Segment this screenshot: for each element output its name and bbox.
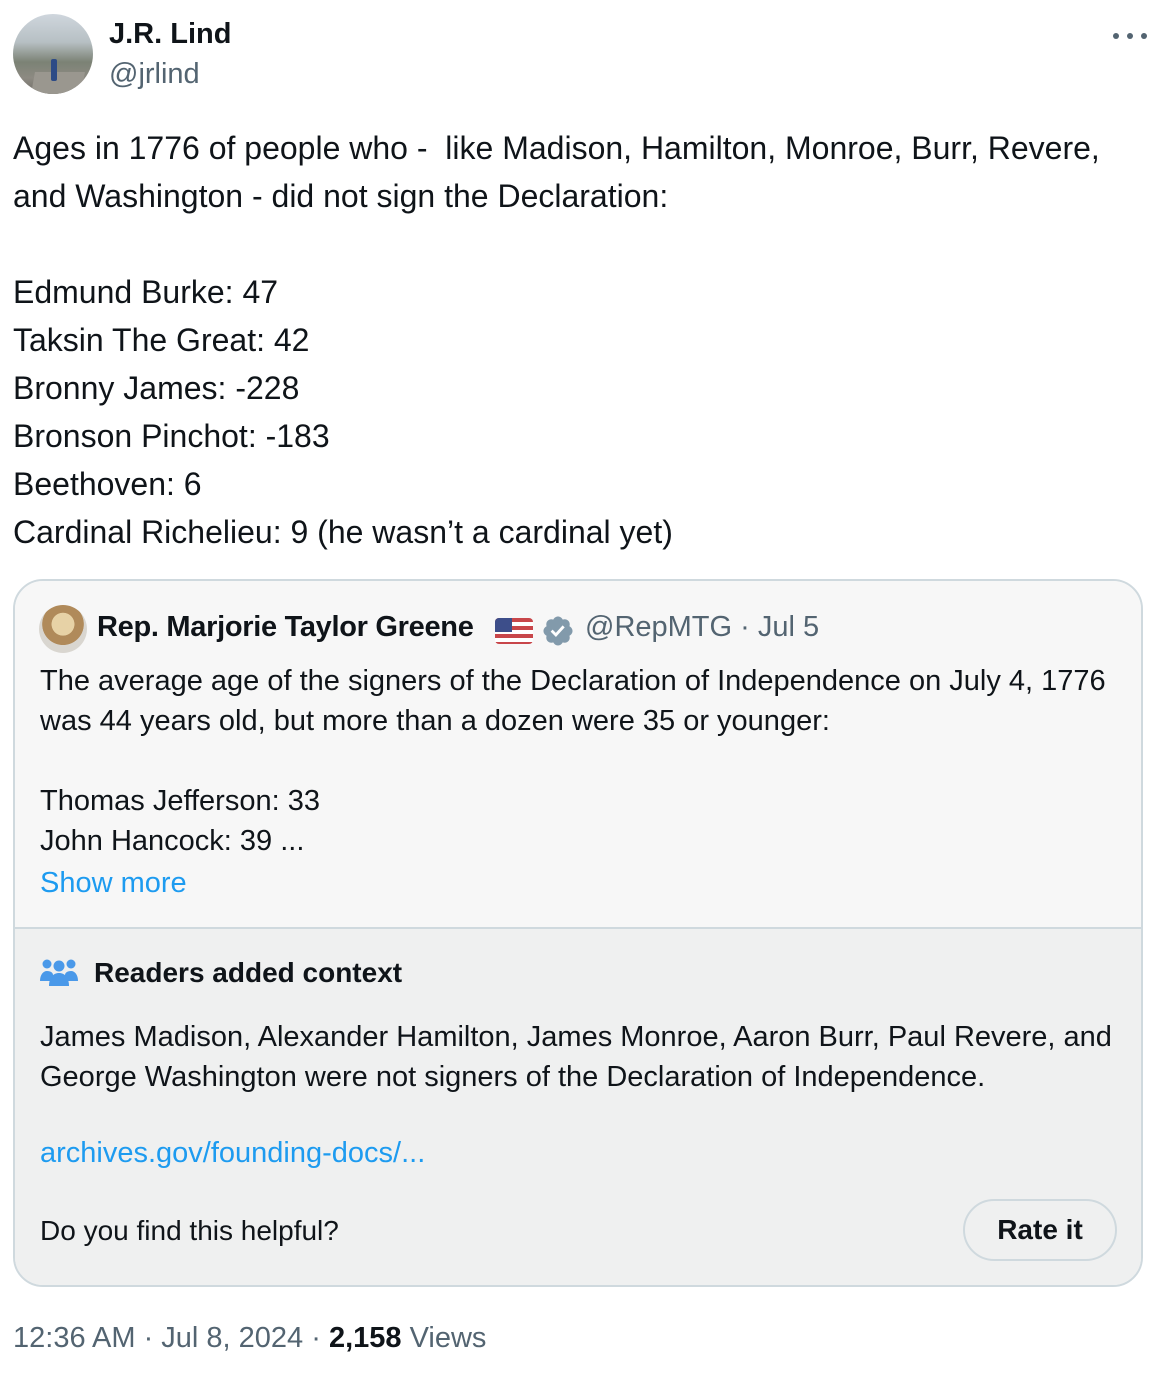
views-label: Views bbox=[401, 1322, 487, 1354]
quoted-tweet-card[interactable]: Rep. Marjorie Taylor Greene @RepMTG · Ju… bbox=[13, 579, 1143, 1287]
quoted-handle-date[interactable]: @RepMTG · Jul 5 bbox=[585, 611, 819, 644]
quoted-tweet-text: The average age of the signers of the De… bbox=[40, 665, 1106, 857]
tweet-metadata: 12:36 AM · Jul 8, 2024 · 2,158 Views bbox=[13, 1322, 486, 1355]
author-handle[interactable]: @jrlind bbox=[109, 58, 200, 91]
quoted-tweet[interactable]: Rep. Marjorie Taylor Greene @RepMTG · Ju… bbox=[15, 581, 1141, 927]
views-count[interactable]: 2,158 bbox=[329, 1322, 402, 1354]
author-display-name[interactable]: J.R. Lind bbox=[109, 18, 231, 51]
tweet-timestamp[interactable]: 12:36 AM · Jul 8, 2024 · bbox=[13, 1322, 329, 1354]
author-avatar[interactable] bbox=[13, 14, 93, 94]
verified-badge-icon bbox=[543, 616, 573, 646]
ellipsis-icon-dot bbox=[1113, 33, 1119, 39]
people-icon bbox=[40, 959, 78, 986]
rate-it-button[interactable]: Rate it bbox=[963, 1199, 1117, 1261]
tweet-header: J.R. Lind @jrlind bbox=[13, 14, 1149, 96]
community-note-source-link[interactable]: archives.gov/founding-docs/... bbox=[40, 1137, 425, 1170]
quoted-author-avatar[interactable] bbox=[39, 605, 87, 653]
show-more-link[interactable]: Show more bbox=[40, 863, 187, 903]
more-options-button[interactable] bbox=[1113, 26, 1147, 46]
us-flag-icon bbox=[495, 618, 533, 644]
avatar-road bbox=[31, 72, 85, 94]
helpful-prompt: Do you find this helpful? bbox=[40, 1215, 339, 1246]
community-note: Readers added context James Madison, Ale… bbox=[15, 927, 1141, 1285]
ellipsis-icon-dot bbox=[1141, 33, 1147, 39]
tweet-text: Ages in 1776 of people who - like Madiso… bbox=[13, 130, 1100, 550]
community-note-body: James Madison, Alexander Hamilton, James… bbox=[40, 1021, 1112, 1093]
community-note-title: Readers added context bbox=[94, 957, 403, 988]
quoted-author-name[interactable]: Rep. Marjorie Taylor Greene bbox=[97, 611, 474, 644]
avatar-person bbox=[51, 59, 57, 81]
ellipsis-icon-dot bbox=[1127, 33, 1133, 39]
